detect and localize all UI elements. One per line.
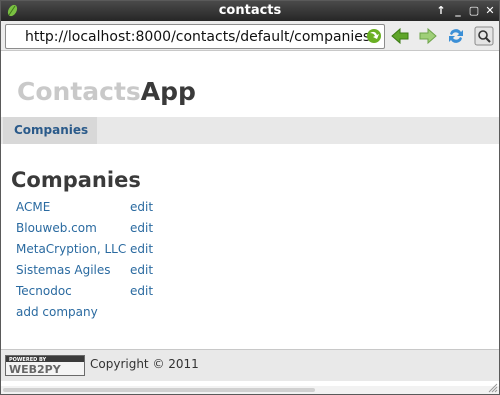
- maximize-button[interactable]: ▢: [467, 3, 481, 18]
- company-link[interactable]: ACME: [16, 200, 50, 214]
- add-company-link[interactable]: add company: [16, 305, 98, 319]
- company-link[interactable]: MetaCryption, LLC: [16, 242, 126, 256]
- app-brand[interactable]: ContactsApp: [17, 77, 196, 106]
- url-text[interactable]: http://localhost:8000/contacts/default/c…: [25, 29, 370, 45]
- brand-contacts: Contacts: [17, 77, 141, 106]
- title-bar[interactable]: contacts ↑ _ ▢ ✕: [1, 1, 499, 21]
- company-link[interactable]: Tecnodoc: [16, 284, 72, 298]
- edit-link[interactable]: edit: [130, 221, 153, 235]
- edit-link[interactable]: edit: [130, 284, 153, 298]
- edit-link[interactable]: edit: [130, 263, 153, 277]
- bookmark-icon[interactable]: [473, 25, 495, 47]
- back-arrow-icon[interactable]: [389, 25, 411, 47]
- horizontal-scrollbar[interactable]: [1, 386, 499, 394]
- go-arrow-icon[interactable]: [365, 27, 383, 45]
- page-footer: POWERED BY WEB2PY Copyright © 2011: [1, 349, 499, 381]
- window-title: contacts: [218, 3, 282, 18]
- minimize-button[interactable]: _: [451, 3, 465, 18]
- browser-window: contacts ↑ _ ▢ ✕ http://localhost:8000/c…: [0, 0, 500, 395]
- page-content: ContactsApp Companies Companies ACME edi…: [1, 52, 499, 381]
- reload-icon[interactable]: [445, 25, 467, 47]
- browser-toolbar: http://localhost:8000/contacts/default/c…: [1, 21, 499, 51]
- edit-link[interactable]: edit: [130, 200, 153, 214]
- forward-arrow-icon[interactable]: [417, 25, 439, 47]
- page-title: Companies: [11, 168, 141, 192]
- brand-app: App: [140, 77, 196, 106]
- powered-by-web2py-logo[interactable]: POWERED BY WEB2PY: [5, 355, 85, 376]
- close-button[interactable]: ✕: [483, 3, 497, 18]
- url-bar[interactable]: http://localhost:8000/contacts/default/c…: [5, 24, 385, 49]
- nav-item-companies[interactable]: Companies: [3, 117, 97, 144]
- nav-bar: Companies: [1, 117, 499, 144]
- copyright-text: Copyright © 2011: [90, 357, 199, 371]
- scrollbar-thumb[interactable]: [3, 388, 315, 392]
- resize-grip-icon[interactable]: [487, 382, 498, 393]
- company-link[interactable]: Blouweb.com: [16, 221, 97, 235]
- badge-main-text: WEB2PY: [9, 363, 62, 376]
- company-link[interactable]: Sistemas Agiles: [16, 263, 111, 277]
- edit-link[interactable]: edit: [130, 242, 153, 256]
- keep-above-button[interactable]: ↑: [434, 3, 448, 18]
